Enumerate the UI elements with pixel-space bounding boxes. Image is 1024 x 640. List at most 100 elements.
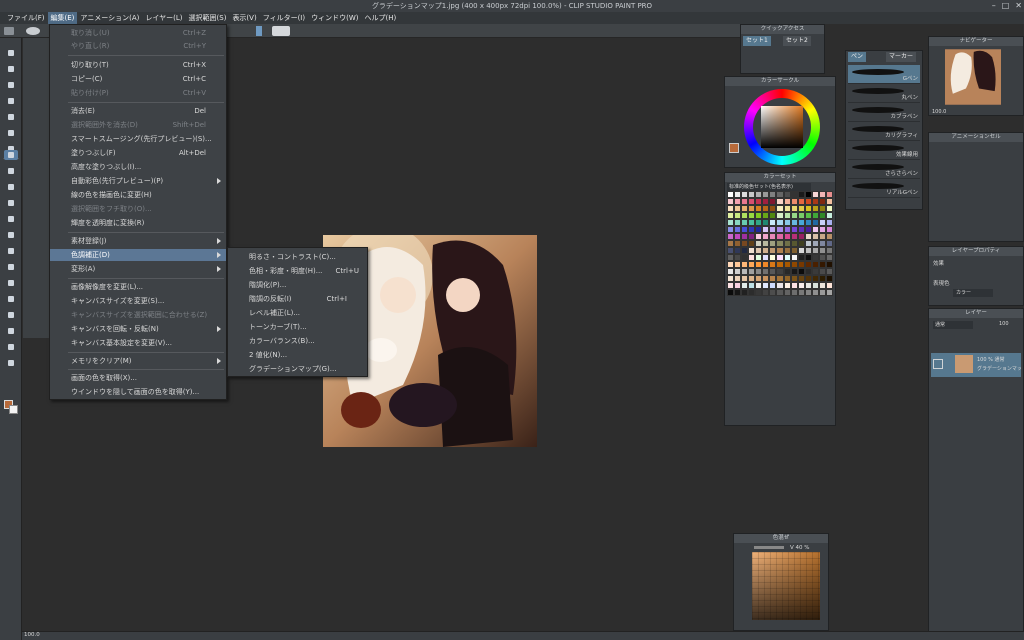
color-swatch[interactable]	[797, 226, 805, 233]
color-swatch[interactable]	[741, 247, 749, 254]
color-swatch[interactable]	[783, 261, 791, 268]
color-swatch[interactable]	[783, 233, 791, 240]
color-swatch[interactable]	[825, 240, 833, 247]
color-swatch[interactable]	[783, 191, 791, 198]
color-swatch[interactable]	[727, 205, 735, 212]
color-swatch[interactable]	[825, 268, 833, 275]
color-swatch[interactable]	[741, 282, 749, 289]
submenu-item-gradient-map[interactable]: グラデーションマップ(G)...	[228, 363, 367, 375]
color-swatch[interactable]	[797, 205, 805, 212]
color-swatch[interactable]	[797, 268, 805, 275]
color-swatch[interactable]	[734, 240, 742, 247]
color-swatch[interactable]	[790, 289, 798, 296]
color-swatch[interactable]	[818, 247, 826, 254]
color-swatch[interactable]	[797, 254, 805, 261]
color-swatch[interactable]	[825, 289, 833, 296]
color-swatch[interactable]	[776, 226, 784, 233]
color-swatch[interactable]	[776, 247, 784, 254]
color-swatch[interactable]	[762, 205, 770, 212]
color-swatch[interactable]	[734, 191, 742, 198]
color-swatch[interactable]	[776, 275, 784, 282]
new-file-icon[interactable]	[4, 27, 14, 35]
color-swatch[interactable]	[797, 282, 805, 289]
quick-access-tab-set2[interactable]: セット2	[783, 36, 811, 46]
color-swatch[interactable]	[783, 205, 791, 212]
submenu-item-binarization[interactable]: 2 値化(N)...	[228, 349, 367, 361]
color-swatch[interactable]	[734, 282, 742, 289]
menu-item-hide-window-get-color[interactable]: ウインドウを隠して画面の色を取得(Y)...	[50, 386, 226, 398]
color-swatch[interactable]	[727, 247, 735, 254]
color-swatch[interactable]	[804, 254, 812, 261]
color-swatch[interactable]	[776, 233, 784, 240]
color-swatch[interactable]	[741, 289, 749, 296]
color-swatch[interactable]	[818, 268, 826, 275]
color-swatch[interactable]	[818, 233, 826, 240]
menu-animation[interactable]: アニメーション(A)	[77, 12, 142, 24]
color-swatch[interactable]	[804, 247, 812, 254]
submenu-item-tone-curve[interactable]: トーンカーブ(T)...	[228, 321, 367, 333]
brush-item[interactable]: 丸ペン	[848, 84, 920, 103]
eye-icon[interactable]	[26, 27, 40, 35]
color-swatch[interactable]	[755, 191, 763, 198]
menu-item-redo[interactable]: やり直し(R) Ctrl+Y	[50, 40, 226, 52]
color-swatch[interactable]	[734, 247, 742, 254]
color-swatch[interactable]	[734, 268, 742, 275]
color-swatch[interactable]	[727, 212, 735, 219]
balloon-tool-icon[interactable]	[4, 326, 18, 336]
menu-item-clear-memory[interactable]: メモリをクリア(M)	[50, 355, 226, 367]
color-swatch[interactable]	[769, 198, 777, 205]
color-swatch[interactable]	[776, 282, 784, 289]
color-swatch[interactable]	[811, 198, 819, 205]
color-swatch[interactable]	[776, 198, 784, 205]
color-swatch[interactable]	[748, 233, 756, 240]
color-swatch[interactable]	[811, 261, 819, 268]
color-swatch[interactable]	[769, 233, 777, 240]
menu-item-border-selection[interactable]: 選択範囲をフチ取り(O)...	[50, 203, 226, 215]
color-swatch[interactable]	[783, 212, 791, 219]
color-swatch[interactable]	[811, 254, 819, 261]
color-swatch[interactable]	[748, 226, 756, 233]
color-swatch[interactable]	[741, 268, 749, 275]
color-swatch[interactable]	[741, 254, 749, 261]
color-swatch[interactable]	[734, 254, 742, 261]
menu-item-register-material[interactable]: 素材登録(J)	[50, 235, 226, 247]
menu-item-clear[interactable]: 消去(E) Del	[50, 105, 226, 117]
zoom-tool-icon[interactable]	[4, 48, 18, 58]
color-swatch[interactable]	[811, 282, 819, 289]
menu-item-copy[interactable]: コピー(C) Ctrl+C	[50, 73, 226, 85]
color-swatch[interactable]	[811, 289, 819, 296]
color-swatch[interactable]	[755, 240, 763, 247]
color-swatch[interactable]	[818, 205, 826, 212]
color-swatch[interactable]	[825, 282, 833, 289]
menu-item-auto-coloring[interactable]: 自動彩色(先行プレビュー)(P)	[50, 175, 226, 187]
submenu-item-hue-saturation[interactable]: 色相・彩度・明度(H)... Ctrl+U	[228, 265, 367, 277]
color-swatch[interactable]	[748, 240, 756, 247]
airbrush-tool-icon[interactable]	[4, 198, 18, 208]
color-swatch[interactable]	[762, 212, 770, 219]
color-swatch[interactable]	[741, 275, 749, 282]
color-swatch[interactable]	[797, 212, 805, 219]
color-swatch[interactable]	[748, 198, 756, 205]
color-swatch[interactable]	[734, 289, 742, 296]
color-swatch[interactable]	[818, 219, 826, 226]
menu-help[interactable]: ヘルプ(H)	[361, 12, 399, 24]
value-slider[interactable]	[754, 546, 784, 549]
color-swatch[interactable]	[811, 205, 819, 212]
brush-item[interactable]: カリグラフィ	[848, 122, 920, 141]
color-swatch[interactable]	[727, 289, 735, 296]
brush-item[interactable]: 効果線用	[848, 141, 920, 160]
color-swatch[interactable]	[818, 198, 826, 205]
color-swatch[interactable]	[790, 282, 798, 289]
menu-file[interactable]: ファイル(F)	[4, 12, 48, 24]
menu-view[interactable]: 表示(V)	[229, 12, 259, 24]
color-swatch[interactable]	[769, 240, 777, 247]
color-swatch[interactable]	[825, 212, 833, 219]
blend-mode-select[interactable]: 通常	[933, 321, 973, 329]
pen-icon[interactable]	[256, 26, 262, 36]
color-swatch[interactable]	[741, 205, 749, 212]
color-swatch[interactable]	[769, 247, 777, 254]
color-swatch[interactable]	[825, 247, 833, 254]
navigator-thumbnail[interactable]	[945, 49, 1001, 105]
current-color-swatch[interactable]	[729, 143, 739, 153]
color-swatch[interactable]	[783, 198, 791, 205]
